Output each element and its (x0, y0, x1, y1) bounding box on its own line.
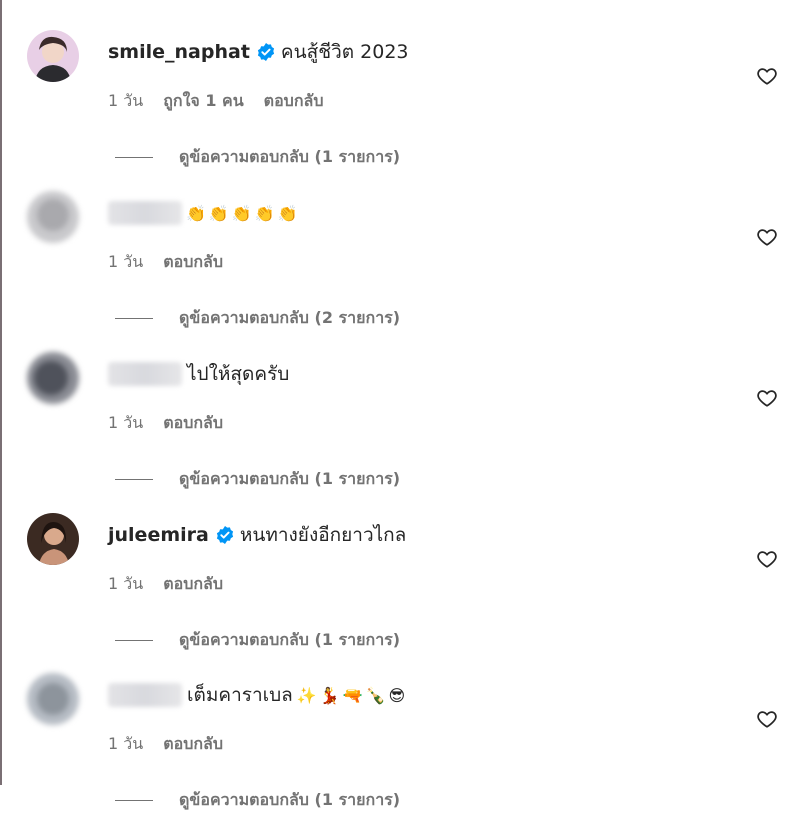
clap-emoji: 👏 (277, 203, 298, 223)
emoji-text: 👏 👏 👏 👏 👏 (186, 204, 301, 223)
comment-item: 👏 👏 👏 👏 👏 1 วัน ตอบกลับ ดูข้อความตอบกลับ… (0, 186, 800, 347)
view-replies-label: ดูข้อความตอบกลับ (2 รายการ) (179, 308, 401, 327)
avatar[interactable] (27, 191, 79, 243)
view-replies-button[interactable]: ดูข้อความตอบกลับ (1 รายการ) (115, 467, 400, 492)
view-replies-button[interactable]: ดูข้อความตอบกลับ (1 รายการ) (115, 628, 400, 653)
blurred-username[interactable] (108, 683, 182, 707)
view-replies-button[interactable]: ดูข้อความตอบกลับ (2 รายการ) (115, 306, 400, 331)
heart-outline-icon[interactable] (756, 548, 778, 570)
comment-text: หนทางยังอีกยาวไกล (239, 524, 407, 546)
comment-meta: 1 วัน ตอบกลับ (108, 732, 243, 757)
view-replies-label: ดูข้อความตอบกลับ (1 รายการ) (179, 790, 401, 809)
comment-item: ไปให้สุดครับ 1 วัน ตอบกลับ ดูข้อความตอบก… (0, 347, 800, 508)
username-link[interactable]: juleemira (108, 524, 209, 546)
view-replies-label: ดูข้อความตอบกลับ (1 รายการ) (179, 630, 401, 649)
water-pistol-emoji: 🔫 (342, 685, 363, 705)
sunglasses-emoji: 😎 (388, 685, 406, 705)
divider (115, 479, 153, 480)
comment-line: เต็มคาราเบล ✨ 💃 🔫 🍾 😎 (108, 680, 408, 710)
view-replies-label: ดูข้อความตอบกลับ (1 รายการ) (179, 147, 401, 166)
avatar[interactable] (27, 352, 79, 404)
blurred-username[interactable] (108, 362, 182, 386)
heart-outline-icon[interactable] (756, 226, 778, 248)
avatar[interactable] (27, 673, 79, 725)
divider (115, 157, 153, 158)
comment-text: คนสู้ชีวิต 2023 (280, 41, 409, 63)
comment-time: 1 วัน (108, 252, 144, 271)
divider (115, 640, 153, 641)
blurred-username[interactable] (108, 201, 182, 225)
reply-button[interactable]: ตอบกลับ (163, 732, 223, 757)
champagne-emoji: 🍾 (365, 685, 386, 705)
comment-time: 1 วัน (108, 91, 144, 110)
heart-outline-icon[interactable] (756, 65, 778, 87)
dancer-emoji: 💃 (319, 685, 340, 705)
view-replies-button[interactable]: ดูข้อความตอบกลับ (1 รายการ) (115, 788, 400, 813)
comment-text: ไปให้สุดครับ (187, 363, 290, 385)
reply-button[interactable]: ตอบกลับ (163, 250, 223, 275)
comment-item: เต็มคาราเบล ✨ 💃 🔫 🍾 😎 1 วัน ตอบกลับ ดูข้… (0, 668, 800, 829)
clap-emoji: 👏 (231, 203, 252, 223)
divider (115, 318, 153, 319)
reply-button[interactable]: ตอบกลับ (264, 89, 324, 114)
clap-emoji: 👏 (208, 203, 229, 223)
comment-item: juleemira หนทางยังอีกยาวไกล 1 วัน ตอบกลั… (0, 508, 800, 669)
view-replies-label: ดูข้อความตอบกลับ (1 รายการ) (179, 469, 401, 488)
comment-time: 1 วัน (108, 734, 144, 753)
username-link[interactable]: smile_naphat (108, 41, 250, 63)
comment-time: 1 วัน (108, 413, 144, 432)
sparkles-emoji: ✨ (296, 685, 317, 705)
reply-button[interactable]: ตอบกลับ (163, 572, 223, 597)
clap-emoji: 👏 (254, 203, 275, 223)
verified-badge-icon (216, 526, 233, 544)
avatar[interactable] (27, 30, 79, 82)
comment-item: smile_naphat คนสู้ชีวิต 2023 1 วัน ถูกใจ… (0, 25, 800, 186)
likes-count[interactable]: ถูกใจ 1 คน (163, 89, 243, 114)
verified-badge-icon (257, 43, 275, 61)
avatar[interactable] (27, 513, 79, 565)
comment-time: 1 วัน (108, 574, 144, 593)
comment-text: เต็มคาราเบล (187, 684, 293, 706)
heart-outline-icon[interactable] (756, 387, 778, 409)
emoji-text: ✨ 💃 🔫 🍾 😎 (297, 686, 408, 705)
heart-outline-icon[interactable] (756, 708, 778, 730)
comment-line: smile_naphat คนสู้ชีวิต 2023 (108, 37, 409, 67)
divider (115, 800, 153, 801)
comment-line: juleemira หนทางยังอีกยาวไกล (108, 520, 406, 550)
clap-emoji: 👏 (186, 203, 206, 223)
reply-button[interactable]: ตอบกลับ (163, 411, 223, 436)
comment-meta: 1 วัน ถูกใจ 1 คน ตอบกลับ (108, 89, 343, 114)
comment-line: ไปให้สุดครับ (108, 359, 289, 389)
comment-line: 👏 👏 👏 👏 👏 (108, 198, 301, 228)
comment-meta: 1 วัน ตอบกลับ (108, 250, 243, 275)
view-replies-button[interactable]: ดูข้อความตอบกลับ (1 รายการ) (115, 145, 400, 170)
comment-meta: 1 วัน ตอบกลับ (108, 572, 243, 597)
comment-meta: 1 วัน ตอบกลับ (108, 411, 243, 436)
